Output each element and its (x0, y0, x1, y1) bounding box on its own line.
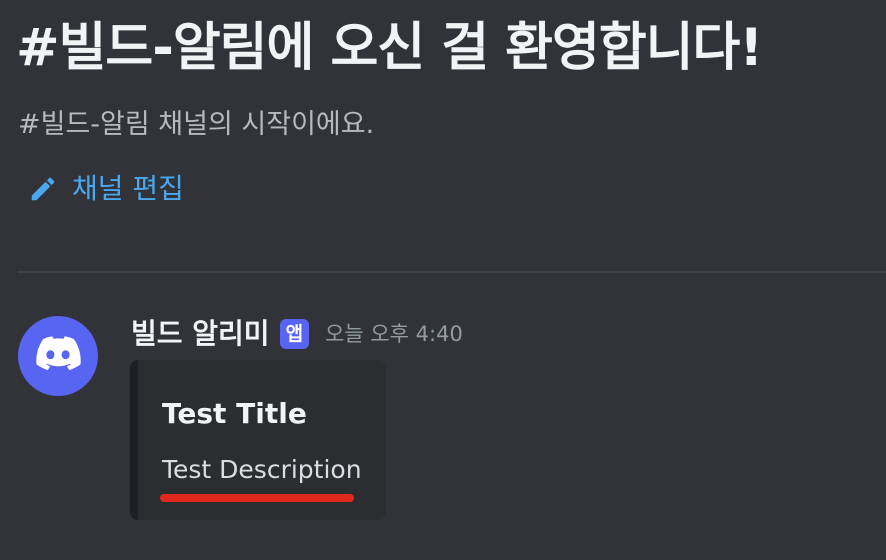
embed-title: Test Title (162, 397, 307, 430)
divider (18, 271, 886, 273)
red-underline-annotation (160, 494, 354, 502)
pencil-icon (28, 174, 58, 204)
message-timestamp[interactable]: 오늘 오후 4:40 (325, 319, 463, 349)
discord-channel-view: #빌드-알림에 오신 걸 환영합니다! #빌드-알림 채널의 시작이에요. 채널… (0, 0, 886, 560)
edit-channel-button[interactable]: 채널 편집 (28, 170, 184, 208)
author-name[interactable]: 빌드 알리미 (131, 314, 270, 354)
embed-accent-bar (130, 360, 138, 520)
welcome-title: #빌드-알림에 오신 걸 환영합니다! (16, 18, 763, 78)
avatar[interactable] (18, 316, 98, 396)
app-badge: 앱 (279, 319, 310, 349)
embed-description: Test Description (162, 455, 362, 484)
edit-channel-label: 채널 편집 (72, 172, 184, 205)
welcome-subtitle: #빌드-알림 채널의 시작이에요. (18, 109, 375, 140)
discord-logo-icon (35, 336, 81, 376)
message-header: 빌드 알리미 앱 오늘 오후 4:40 (131, 312, 463, 356)
